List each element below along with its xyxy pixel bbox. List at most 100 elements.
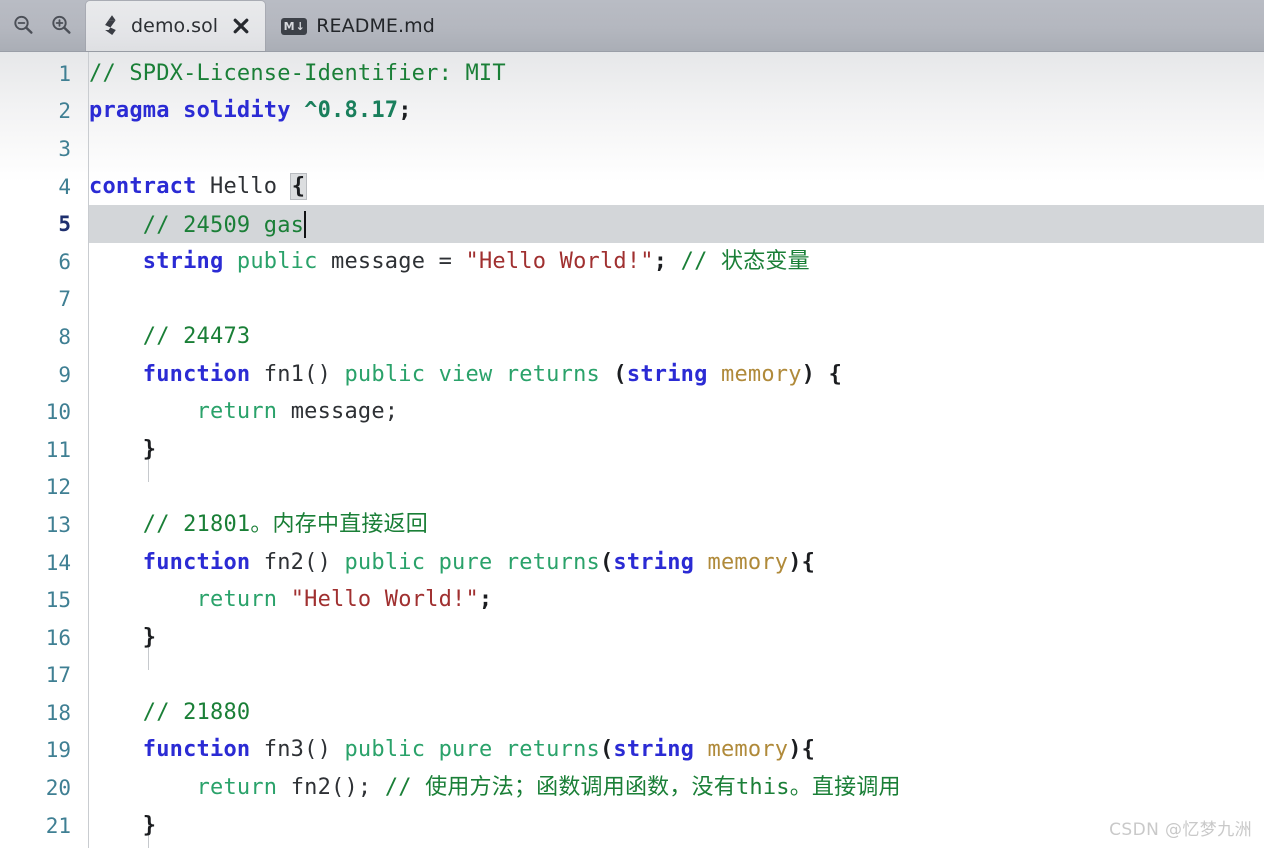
tab-readme-md[interactable]: M ↓ README.md [265, 1, 449, 51]
csdn-watermark: CSDN @忆梦九洲 [1109, 820, 1252, 840]
line-content: return fn2(); // 使用方法；函数调用函数，没有this。直接调用 [88, 777, 901, 799]
punct-token: } [142, 436, 157, 462]
line-content: } [88, 812, 157, 838]
solidity-logo-icon [105, 15, 116, 35]
code-line[interactable]: 1 // SPDX-License-Identifier: MIT [0, 55, 1264, 93]
tab-label: README.md [316, 15, 435, 37]
line-number: 9 [58, 362, 71, 387]
line-number: 15 [45, 588, 71, 613]
zoom-out-icon [14, 15, 33, 34]
modifier-token: public [236, 248, 318, 274]
code-line[interactable]: 13 // 21801。内存中直接返回 [0, 506, 1264, 544]
version-token: ^0.8.17 [304, 98, 399, 124]
keyword-token: solidity [183, 98, 291, 124]
code-line[interactable]: 8 // 24473 [0, 318, 1264, 356]
punct-token: ( [599, 737, 614, 763]
code-line[interactable]: 7 [0, 281, 1264, 319]
markdown-icon-letter: M [283, 19, 295, 33]
line-content: // 24473 [88, 325, 250, 348]
code-line[interactable]: 20 return fn2(); // 使用方法；函数调用函数，没有this。直… [0, 769, 1264, 807]
line-number: 5 [58, 212, 71, 237]
line-number: 16 [45, 625, 71, 650]
zoom-in-button[interactable] [42, 5, 80, 45]
code-line[interactable]: 19 function fn3() public pure returns(st… [0, 732, 1264, 770]
string-token: "Hello World!" [290, 587, 479, 613]
code-line[interactable]: 2 pragma solidity ^0.8.17; [0, 93, 1264, 131]
keyword-token: return [196, 775, 278, 801]
bracket-match-highlight: { [289, 172, 308, 200]
code-line[interactable]: 12 [0, 469, 1264, 507]
keyword-token: contract [89, 173, 197, 199]
line-number: 4 [58, 174, 71, 199]
line-number: 19 [45, 738, 71, 763]
line-content: string public message = "Hello World!"; … [88, 248, 810, 274]
close-icon [233, 18, 249, 34]
line-content: function fn3() public pure returns(strin… [88, 739, 815, 761]
tab-bar: demo.sol M ↓ README.md [0, 0, 1264, 52]
punct-token: ){ [788, 737, 816, 763]
line-content: // 24509 gas [88, 210, 307, 238]
punct-token: { [828, 361, 843, 387]
line-content: // 21880 [88, 701, 250, 724]
call-token: fn2(); [290, 775, 372, 801]
identifier-token: Hello [210, 173, 278, 199]
markdown-icon: M ↓ [281, 17, 308, 35]
code-lines: 1 // SPDX-License-Identifier: MIT 2 prag… [0, 52, 1264, 844]
function-name-token: fn3() [263, 737, 332, 763]
punct-token: ) [801, 361, 816, 387]
close-tab-button[interactable] [231, 16, 251, 36]
line-number: 20 [45, 776, 71, 801]
modifier-token: public [344, 737, 426, 763]
punct-token: ; [398, 98, 412, 124]
line-number: 2 [58, 99, 71, 124]
comment-token: // 使用方法；函数调用函数，没有this。直接调用 [384, 775, 901, 801]
type-token: string [142, 248, 224, 274]
line-number: 3 [58, 136, 71, 161]
markdown-icon-arrow: ↓ [295, 19, 305, 33]
tab-label: demo.sol [131, 15, 219, 37]
zoom-out-button[interactable] [4, 5, 42, 45]
code-line[interactable]: 3 [0, 130, 1264, 168]
comment-token: // 状态变量 [680, 248, 810, 274]
line-content: return "Hello World!"; [88, 587, 493, 613]
line-number: 21 [45, 813, 71, 838]
code-line[interactable]: 6 string public message = "Hello World!"… [0, 243, 1264, 281]
identifier-token: message [331, 248, 426, 274]
keyword-token: function [142, 737, 251, 763]
code-line[interactable]: 15 return "Hello World!"; [0, 581, 1264, 619]
code-line[interactable]: 10 return message; [0, 393, 1264, 431]
type-token: string [613, 549, 695, 575]
zoom-controls [0, 0, 86, 51]
tab-demo-sol[interactable]: demo.sol [86, 1, 266, 51]
line-number: 6 [58, 249, 71, 274]
identifier-token: message; [290, 399, 399, 425]
line-number: 10 [45, 400, 71, 425]
code-line-active[interactable]: 5 // 24509 gas [0, 205, 1264, 243]
line-content: } [88, 436, 157, 462]
punct-token: ; [653, 248, 668, 274]
line-content: } [88, 626, 156, 649]
comment-token: // 24509 gas [142, 212, 305, 238]
code-line[interactable]: 14 function fn2() public pure returns(st… [0, 544, 1264, 582]
line-content: function fn2() public pure returns(strin… [88, 549, 815, 575]
code-line[interactable]: 9 function fn1() public view returns (st… [0, 356, 1264, 394]
code-line[interactable]: 16 } [0, 619, 1264, 657]
modifier-token: returns [505, 737, 600, 763]
type-token: string [613, 737, 695, 763]
line-content: // SPDX-License-Identifier: MIT [88, 62, 506, 85]
line-content: function fn1() public view returns (stri… [88, 361, 843, 387]
code-line[interactable]: 17 [0, 657, 1264, 695]
punct-token: } [142, 812, 157, 838]
keyword-token: return [196, 399, 278, 425]
line-content: contract Hello { [88, 172, 308, 200]
datalocation-token: memory [707, 549, 789, 575]
code-line[interactable]: 21 } [0, 807, 1264, 845]
code-line[interactable]: 11 } [0, 431, 1264, 469]
code-editor[interactable]: 1 // SPDX-License-Identifier: MIT 2 prag… [0, 52, 1264, 848]
line-number: 12 [45, 475, 71, 500]
code-line[interactable]: 18 // 21880 [0, 694, 1264, 732]
line-number: 7 [58, 287, 71, 312]
function-name-token: fn2() [263, 549, 332, 575]
line-number: 17 [45, 663, 71, 688]
code-line[interactable]: 4 contract Hello { [0, 168, 1264, 206]
